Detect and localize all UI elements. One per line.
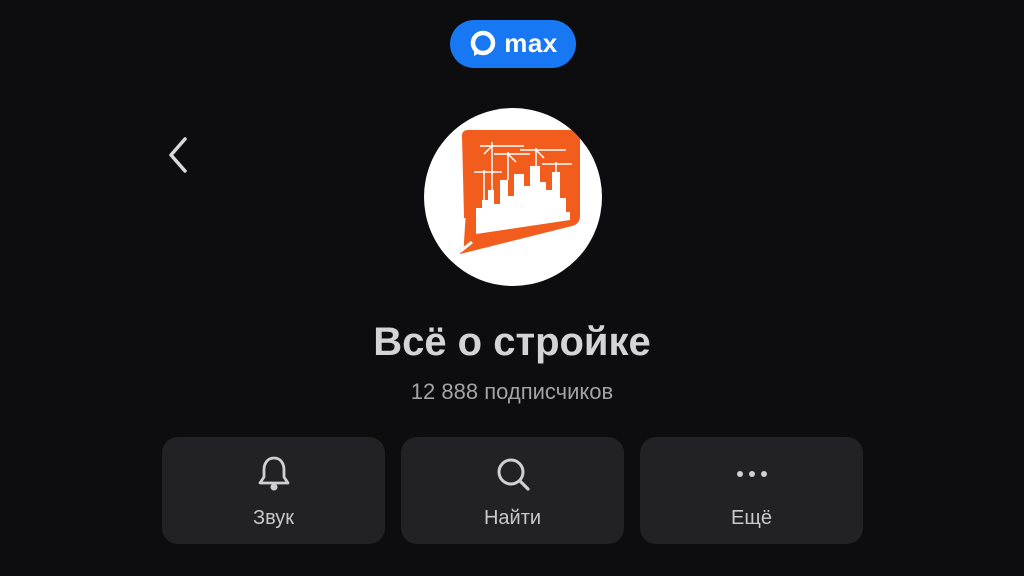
brand-name: max xyxy=(504,28,558,58)
sound-button[interactable]: Звук xyxy=(162,437,385,544)
max-logo-icon xyxy=(468,29,498,59)
bell-icon xyxy=(254,454,294,494)
more-label: Ещё xyxy=(731,506,772,529)
search-label: Найти xyxy=(483,506,542,529)
more-dots-icon xyxy=(732,454,772,494)
action-bar: Звук Найти Ещё xyxy=(162,437,863,544)
back-button[interactable] xyxy=(156,132,200,182)
search-button[interactable]: Найти xyxy=(401,437,624,544)
subscriber-count: 12 888 подписчиков xyxy=(410,379,614,404)
more-button[interactable]: Ещё xyxy=(640,437,863,544)
construction-city-icon xyxy=(460,130,580,254)
search-icon xyxy=(493,454,533,494)
channel-title: Всё о стройке xyxy=(373,320,651,364)
brand-badge: max xyxy=(450,20,576,68)
channel-avatar[interactable] xyxy=(424,108,602,286)
sound-label: Звук xyxy=(252,506,294,529)
chevron-left-icon xyxy=(166,135,190,180)
